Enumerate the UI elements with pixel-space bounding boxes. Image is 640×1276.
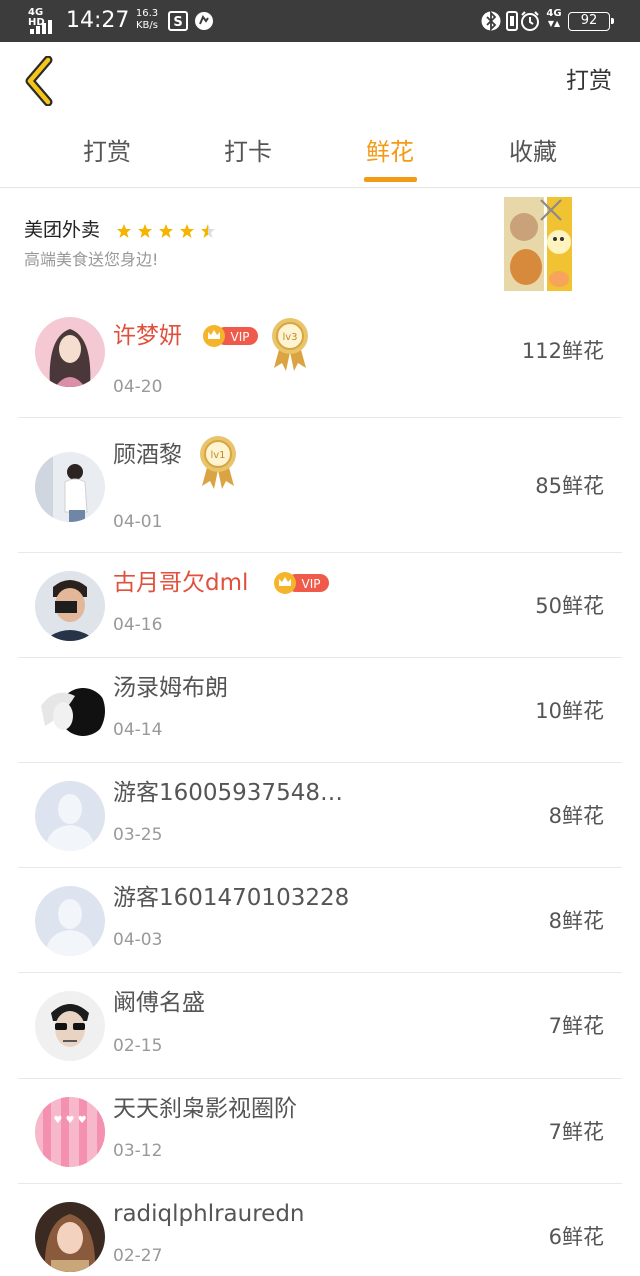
tab-active-indicator [364,177,417,182]
alarm-icon [521,11,539,31]
list-item[interactable]: radiqlphlrauredn 02-27 6鲜花 [18,1184,622,1274]
user-name[interactable]: 游客16005937548… [113,777,343,809]
list-item[interactable]: 许梦妍 VIP lv3 04-20 112鲜花 [18,300,622,418]
status-bar: 4G HD 14:27 16.3 KB/s S 4G ▼▲ 92 [0,0,640,42]
avatar [35,317,105,387]
tab-flowers[interactable]: 鲜花 [340,134,440,170]
vip-label: VIP [302,577,321,591]
close-icon[interactable] [538,197,564,223]
user-name[interactable]: radiqlphlrauredn [113,1198,305,1230]
vip-badge: VIP [274,572,329,594]
user-name[interactable]: 汤录姆布朗 [113,672,228,704]
chevron-left-icon [25,55,53,107]
avatar [35,991,105,1061]
user-name[interactable]: 许梦妍 [113,320,182,352]
network-speed-unit: KB/s [136,20,158,31]
medal-icon: lv3 [272,318,308,371]
list-item[interactable]: 顾酒黎 lv1 04-01 85鲜花 [18,418,622,553]
svg-text:S: S [173,15,182,30]
flower-count: 8鲜花 [548,909,604,933]
list-item[interactable]: 汤录姆布朗 04-14 10鲜花 [18,658,622,763]
default-avatar-icon [35,886,105,956]
header: 打赏 [0,42,640,120]
list-item[interactable]: 游客1601470103228 04-03 8鲜花 [18,868,622,973]
avatar [35,1202,105,1272]
svg-text:lv3: lv3 [282,332,297,343]
vip-badge: VIP [203,325,258,347]
ad-subtitle: 高端美食送您身边! [24,250,159,269]
flower-ranking-list: 许梦妍 VIP lv3 04-20 112鲜花 顾酒黎 lv1 04-01 85… [18,300,622,1274]
status-time: 14:27 [66,8,130,33]
bluetooth-icon [481,10,501,32]
svg-text:lv1: lv1 [210,450,225,461]
flower-count: 112鲜花 [521,339,604,363]
user-name[interactable]: 游客1601470103228 [113,882,349,914]
entry-date: 04-20 [113,377,163,397]
tab-bar: 打赏 打卡 鲜花 收藏 [0,120,640,188]
tab-favorites[interactable]: 收藏 [483,134,583,170]
entry-date: 03-25 [113,825,163,845]
avatar [35,571,105,641]
rating-stars [117,224,215,238]
reward-action-button[interactable]: 打赏 [566,64,612,98]
default-avatar-icon [35,781,105,851]
entry-date: 02-15 [113,1036,163,1056]
user-name[interactable]: 古月哥欠dml [113,567,248,599]
flower-count: 50鲜花 [535,594,604,618]
flower-count: 85鲜花 [535,474,604,498]
entry-date: 04-16 [113,615,163,635]
list-item[interactable]: 游客16005937548… 03-25 8鲜花 [18,763,622,868]
entry-date: 04-03 [113,930,163,950]
flower-count: 6鲜花 [548,1225,604,1249]
flower-count: 10鲜花 [535,699,604,723]
battery-level: 92 [580,13,598,28]
user-name[interactable]: 天天刹枭影视圈阶 [113,1093,297,1125]
flower-count: 7鲜花 [548,1014,604,1038]
avatar: ♥ ♥ ♥ [35,1097,105,1167]
vip-label: VIP [231,330,250,344]
ad-banner[interactable]: 美团外卖 高端美食送您身边! [0,189,640,299]
tab-checkin[interactable]: 打卡 [198,134,298,170]
list-item[interactable]: 古月哥欠dml VIP 04-16 50鲜花 [18,553,622,658]
network-speed-value: 16.3 [135,8,159,19]
battery-icon: 92 [568,12,614,31]
signal-icon: 4G HD [28,8,60,34]
medal-icon: lv1 [200,436,236,489]
avatar [35,676,105,746]
network-speed: 16.3 KB/s [132,8,162,32]
svg-text:♥ ♥ ♥: ♥ ♥ ♥ [53,1115,86,1126]
list-item[interactable]: ♥ ♥ ♥ 天天刹枭影视圈阶 03-12 7鲜花 [18,1079,622,1184]
browser-icon [195,12,213,30]
s-app-icon: S [168,11,188,31]
entry-date: 04-14 [113,720,163,740]
flower-count: 8鲜花 [548,804,604,828]
entry-date: 03-12 [113,1141,163,1161]
flower-count: 7鲜花 [548,1120,604,1144]
tab-reward[interactable]: 打赏 [57,134,157,170]
back-button[interactable] [22,55,62,107]
vibrate-icon [506,11,518,31]
entry-date: 04-01 [113,512,163,532]
ad-title: 美团外卖 [24,219,101,241]
list-item[interactable]: 阚傅名盛 02-15 7鲜花 [18,973,622,1079]
entry-date: 02-27 [113,1246,163,1266]
user-name[interactable]: 顾酒黎 [113,439,182,471]
network-type-right: 4G ▼▲ [546,8,562,28]
user-name[interactable]: 阚傅名盛 [113,987,205,1019]
avatar [35,452,105,522]
